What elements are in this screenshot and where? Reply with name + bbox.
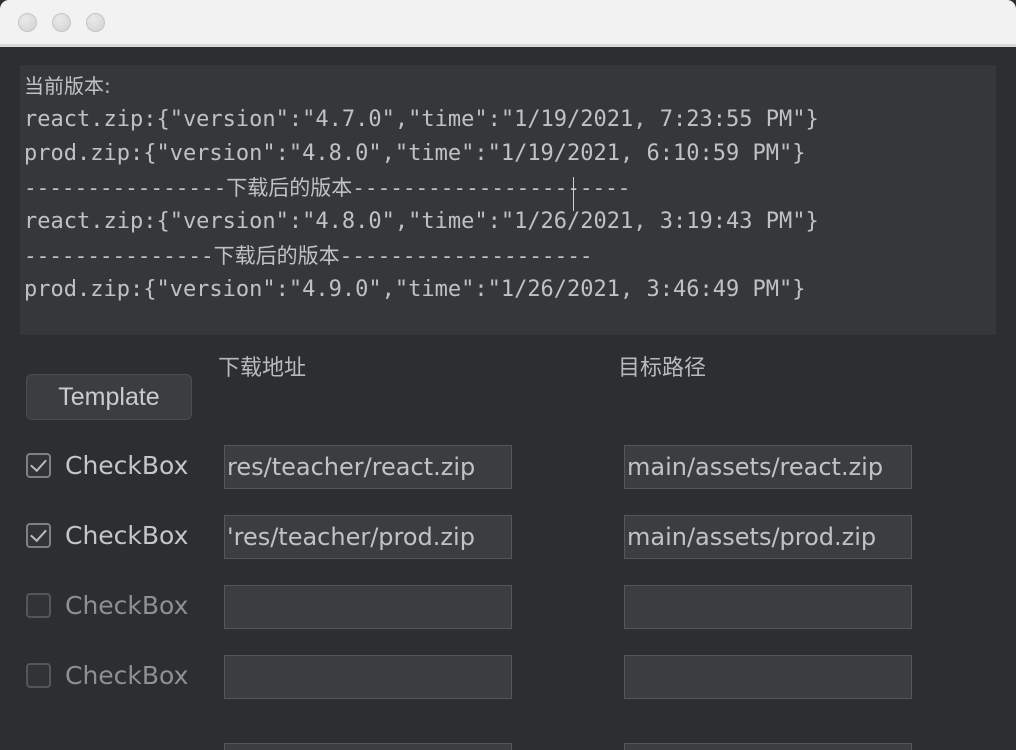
row-checkbox-4[interactable]: CheckBox [26, 661, 188, 690]
check-icon [30, 454, 47, 473]
version-log-panel[interactable]: 当前版本: react.zip:{"version":"4.7.0","time… [20, 65, 996, 335]
checkbox-icon[interactable] [26, 593, 51, 618]
download-url-input-4[interactable] [224, 655, 512, 699]
log-line-current-version-title: 当前版本: [24, 74, 111, 98]
download-url-input-1[interactable]: res/teacher/react.zip [224, 445, 512, 489]
table-row: CheckBox [0, 649, 1016, 719]
checkbox-label: CheckBox [65, 451, 189, 480]
target-path-input-4[interactable] [624, 655, 912, 699]
target-path-input-5[interactable] [624, 743, 912, 750]
checkbox-icon[interactable] [26, 523, 51, 548]
download-url-value: res/teacher/react.zip [227, 453, 476, 481]
template-button[interactable]: Template [26, 374, 192, 420]
minimize-button[interactable] [52, 13, 71, 32]
table-row: CheckBox 'res/teacher/prod.zip main/asse… [0, 509, 1016, 579]
log-line-react-current: react.zip:{"version":"4.7.0","time":"1/1… [24, 107, 819, 132]
column-header-target-path: 目标路径 [618, 356, 707, 381]
check-icon [30, 524, 47, 543]
checkbox-icon[interactable] [26, 663, 51, 688]
checkbox-label: CheckBox [65, 661, 189, 690]
log-line-prod-current: prod.zip:{"version":"4.8.0","time":"1/19… [24, 141, 806, 166]
window-body: 当前版本: react.zip:{"version":"4.7.0","time… [0, 47, 1016, 750]
close-button[interactable] [18, 13, 37, 32]
traffic-lights [18, 13, 105, 32]
log-line-prod-downloaded: prod.zip:{"version":"4.9.0","time":"1/26… [24, 277, 806, 302]
target-path-input-2[interactable]: main/assets/prod.zip [624, 515, 912, 559]
log-separator-downloaded-2: ---------------下载后的版本-------------------… [24, 244, 593, 268]
window-titlebar [0, 0, 1016, 44]
row-checkbox-3[interactable]: CheckBox [26, 591, 188, 620]
checkbox-label: CheckBox [65, 521, 189, 550]
target-path-input-1[interactable]: main/assets/react.zip [624, 445, 912, 489]
text-caret [573, 177, 574, 211]
table-row: CheckBox [0, 579, 1016, 649]
target-path-input-3[interactable] [624, 585, 912, 629]
download-url-input-2[interactable]: 'res/teacher/prod.zip [224, 515, 512, 559]
table-row [0, 737, 1016, 750]
checkbox-label: CheckBox [65, 591, 189, 620]
log-separator-downloaded-1: ----------------下载后的版本------------------… [24, 176, 631, 200]
target-path-value: main/assets/react.zip [627, 453, 884, 481]
download-url-value: 'res/teacher/prod.zip [227, 523, 475, 551]
zoom-button[interactable] [86, 13, 105, 32]
target-path-value: main/assets/prod.zip [627, 523, 877, 551]
row-checkbox-2[interactable]: CheckBox [26, 521, 188, 550]
download-url-input-5[interactable] [224, 743, 512, 750]
row-checkbox-1[interactable]: CheckBox [26, 451, 188, 480]
column-header-download-url: 下载地址 [218, 356, 307, 381]
log-line-react-downloaded: react.zip:{"version":"4.8.0","time":"1/2… [24, 209, 819, 234]
checkbox-icon[interactable] [26, 453, 51, 478]
download-url-input-3[interactable] [224, 585, 512, 629]
table-row: CheckBox res/teacher/react.zip main/asse… [0, 439, 1016, 509]
